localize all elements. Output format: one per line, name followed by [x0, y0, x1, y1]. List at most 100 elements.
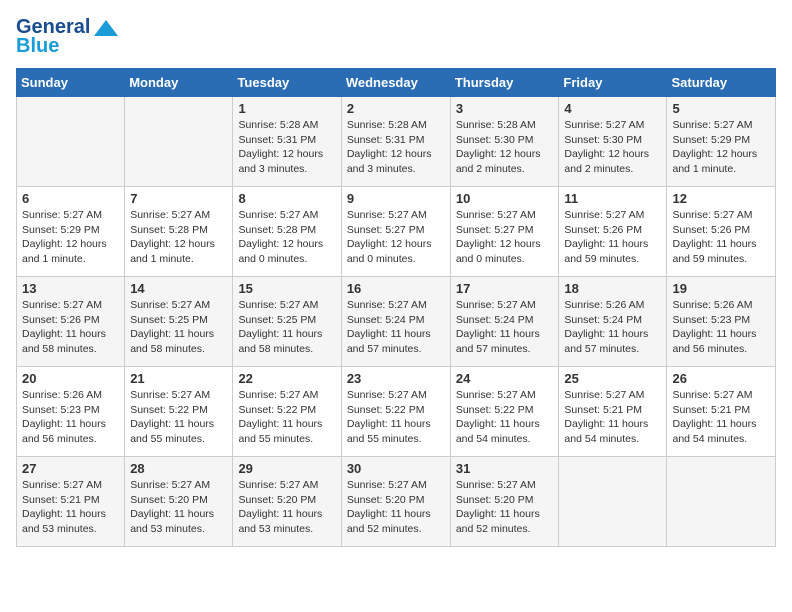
- day-info: Sunrise: 5:26 AM Sunset: 5:23 PM Dayligh…: [22, 388, 119, 447]
- week-row-3: 13 Sunrise: 5:27 AM Sunset: 5:26 PM Dayli…: [17, 277, 776, 367]
- logo-blue-text: Blue: [16, 35, 59, 58]
- calendar-cell: 13 Sunrise: 5:27 AM Sunset: 5:26 PM Dayli…: [17, 277, 125, 367]
- day-info: Sunrise: 5:27 AM Sunset: 5:28 PM Dayligh…: [130, 208, 227, 267]
- header-cell-tuesday: Tuesday: [233, 69, 341, 97]
- day-info: Sunrise: 5:26 AM Sunset: 5:23 PM Dayligh…: [672, 298, 770, 357]
- header-cell-thursday: Thursday: [450, 69, 559, 97]
- day-info: Sunrise: 5:27 AM Sunset: 5:21 PM Dayligh…: [564, 388, 661, 447]
- day-number: 4: [564, 101, 661, 116]
- day-number: 5: [672, 101, 770, 116]
- day-number: 26: [672, 371, 770, 386]
- day-info: Sunrise: 5:27 AM Sunset: 5:30 PM Dayligh…: [564, 118, 661, 177]
- day-number: 2: [347, 101, 445, 116]
- day-number: 6: [22, 191, 119, 206]
- day-number: 15: [238, 281, 335, 296]
- day-info: Sunrise: 5:28 AM Sunset: 5:31 PM Dayligh…: [347, 118, 445, 177]
- day-number: 27: [22, 461, 119, 476]
- day-info: Sunrise: 5:27 AM Sunset: 5:20 PM Dayligh…: [347, 478, 445, 537]
- calendar-cell: 11 Sunrise: 5:27 AM Sunset: 5:26 PM Dayli…: [559, 187, 667, 277]
- day-number: 20: [22, 371, 119, 386]
- calendar-cell: 31Sunrise: 5:27 AM Sunset: 5:20 PM Dayli…: [450, 457, 559, 547]
- day-info: Sunrise: 5:27 AM Sunset: 5:29 PM Dayligh…: [22, 208, 119, 267]
- day-number: 21: [130, 371, 227, 386]
- calendar-cell: 10Sunrise: 5:27 AM Sunset: 5:27 PM Dayli…: [450, 187, 559, 277]
- logo: General Blue: [16, 16, 120, 58]
- week-row-4: 20 Sunrise: 5:26 AM Sunset: 5:23 PM Dayli…: [17, 367, 776, 457]
- calendar-cell: [667, 457, 776, 547]
- day-info: Sunrise: 5:28 AM Sunset: 5:30 PM Dayligh…: [456, 118, 554, 177]
- day-number: 13: [22, 281, 119, 296]
- calendar-cell: [559, 457, 667, 547]
- day-info: Sunrise: 5:27 AM Sunset: 5:29 PM Dayligh…: [672, 118, 770, 177]
- day-info: Sunrise: 5:27 AM Sunset: 5:21 PM Dayligh…: [672, 388, 770, 447]
- day-info: Sunrise: 5:27 AM Sunset: 5:25 PM Dayligh…: [238, 298, 335, 357]
- calendar-cell: 17 Sunrise: 5:27 AM Sunset: 5:24 PM Dayli…: [450, 277, 559, 367]
- day-info: Sunrise: 5:27 AM Sunset: 5:20 PM Dayligh…: [238, 478, 335, 537]
- day-info: Sunrise: 5:27 AM Sunset: 5:26 PM Dayligh…: [22, 298, 119, 357]
- calendar-cell: 24 Sunrise: 5:27 AM Sunset: 5:22 PM Dayli…: [450, 367, 559, 457]
- day-number: 18: [564, 281, 661, 296]
- logo-icon: [92, 18, 120, 38]
- calendar-cell: 12Sunrise: 5:27 AM Sunset: 5:26 PM Dayli…: [667, 187, 776, 277]
- calendar-cell: 4 Sunrise: 5:27 AM Sunset: 5:30 PM Daylig…: [559, 97, 667, 187]
- day-number: 14: [130, 281, 227, 296]
- day-info: Sunrise: 5:27 AM Sunset: 5:26 PM Dayligh…: [672, 208, 770, 267]
- day-info: Sunrise: 5:27 AM Sunset: 5:22 PM Dayligh…: [238, 388, 335, 447]
- day-info: Sunrise: 5:27 AM Sunset: 5:27 PM Dayligh…: [456, 208, 554, 267]
- calendar-cell: 26 Sunrise: 5:27 AM Sunset: 5:21 PM Dayli…: [667, 367, 776, 457]
- calendar-cell: 20 Sunrise: 5:26 AM Sunset: 5:23 PM Dayli…: [17, 367, 125, 457]
- calendar-cell: 2 Sunrise: 5:28 AM Sunset: 5:31 PM Daylig…: [341, 97, 450, 187]
- day-info: Sunrise: 5:27 AM Sunset: 5:22 PM Dayligh…: [456, 388, 554, 447]
- day-info: Sunrise: 5:27 AM Sunset: 5:24 PM Dayligh…: [347, 298, 445, 357]
- day-info: Sunrise: 5:27 AM Sunset: 5:25 PM Dayligh…: [130, 298, 227, 357]
- calendar-body: 1 Sunrise: 5:28 AM Sunset: 5:31 PM Daylig…: [17, 97, 776, 547]
- day-info: Sunrise: 5:28 AM Sunset: 5:31 PM Dayligh…: [238, 118, 335, 177]
- calendar-cell: 30Sunrise: 5:27 AM Sunset: 5:20 PM Dayli…: [341, 457, 450, 547]
- calendar-cell: 8 Sunrise: 5:27 AM Sunset: 5:28 PM Daylig…: [233, 187, 341, 277]
- day-number: 22: [238, 371, 335, 386]
- day-number: 29: [238, 461, 335, 476]
- day-info: Sunrise: 5:27 AM Sunset: 5:22 PM Dayligh…: [130, 388, 227, 447]
- day-info: Sunrise: 5:27 AM Sunset: 5:26 PM Dayligh…: [564, 208, 661, 267]
- calendar-cell: 14 Sunrise: 5:27 AM Sunset: 5:25 PM Dayli…: [125, 277, 233, 367]
- calendar-cell: 22 Sunrise: 5:27 AM Sunset: 5:22 PM Dayli…: [233, 367, 341, 457]
- calendar-cell: 18 Sunrise: 5:26 AM Sunset: 5:24 PM Dayli…: [559, 277, 667, 367]
- day-number: 11: [564, 191, 661, 206]
- day-number: 24: [456, 371, 554, 386]
- calendar-cell: [17, 97, 125, 187]
- day-number: 8: [238, 191, 335, 206]
- header-row: SundayMondayTuesdayWednesdayThursdayFrid…: [17, 69, 776, 97]
- day-number: 31: [456, 461, 554, 476]
- day-number: 7: [130, 191, 227, 206]
- day-number: 28: [130, 461, 227, 476]
- calendar-cell: 16 Sunrise: 5:27 AM Sunset: 5:24 PM Dayli…: [341, 277, 450, 367]
- calendar-cell: 28Sunrise: 5:27 AM Sunset: 5:20 PM Dayli…: [125, 457, 233, 547]
- calendar-cell: 25Sunrise: 5:27 AM Sunset: 5:21 PM Dayli…: [559, 367, 667, 457]
- calendar-cell: 7 Sunrise: 5:27 AM Sunset: 5:28 PM Daylig…: [125, 187, 233, 277]
- day-number: 3: [456, 101, 554, 116]
- calendar-cell: 21 Sunrise: 5:27 AM Sunset: 5:22 PM Dayli…: [125, 367, 233, 457]
- day-info: Sunrise: 5:26 AM Sunset: 5:24 PM Dayligh…: [564, 298, 661, 357]
- calendar-table: SundayMondayTuesdayWednesdayThursdayFrid…: [16, 68, 776, 547]
- day-number: 17: [456, 281, 554, 296]
- day-number: 16: [347, 281, 445, 296]
- day-info: Sunrise: 5:27 AM Sunset: 5:27 PM Dayligh…: [347, 208, 445, 267]
- header-cell-friday: Friday: [559, 69, 667, 97]
- calendar-cell: 9Sunrise: 5:27 AM Sunset: 5:27 PM Daylig…: [341, 187, 450, 277]
- day-info: Sunrise: 5:27 AM Sunset: 5:28 PM Dayligh…: [238, 208, 335, 267]
- header-cell-monday: Monday: [125, 69, 233, 97]
- day-number: 23: [347, 371, 445, 386]
- day-number: 1: [238, 101, 335, 116]
- day-info: Sunrise: 5:27 AM Sunset: 5:24 PM Dayligh…: [456, 298, 554, 357]
- calendar-cell: 3 Sunrise: 5:28 AM Sunset: 5:30 PM Daylig…: [450, 97, 559, 187]
- calendar-cell: 23Sunrise: 5:27 AM Sunset: 5:22 PM Dayli…: [341, 367, 450, 457]
- day-info: Sunrise: 5:27 AM Sunset: 5:21 PM Dayligh…: [22, 478, 119, 537]
- day-number: 19: [672, 281, 770, 296]
- header-cell-saturday: Saturday: [667, 69, 776, 97]
- week-row-5: 27 Sunrise: 5:27 AM Sunset: 5:21 PM Dayli…: [17, 457, 776, 547]
- header-cell-sunday: Sunday: [17, 69, 125, 97]
- calendar-cell: 19 Sunrise: 5:26 AM Sunset: 5:23 PM Dayli…: [667, 277, 776, 367]
- calendar-cell: 1 Sunrise: 5:28 AM Sunset: 5:31 PM Daylig…: [233, 97, 341, 187]
- week-row-2: 6 Sunrise: 5:27 AM Sunset: 5:29 PM Daylig…: [17, 187, 776, 277]
- week-row-1: 1 Sunrise: 5:28 AM Sunset: 5:31 PM Daylig…: [17, 97, 776, 187]
